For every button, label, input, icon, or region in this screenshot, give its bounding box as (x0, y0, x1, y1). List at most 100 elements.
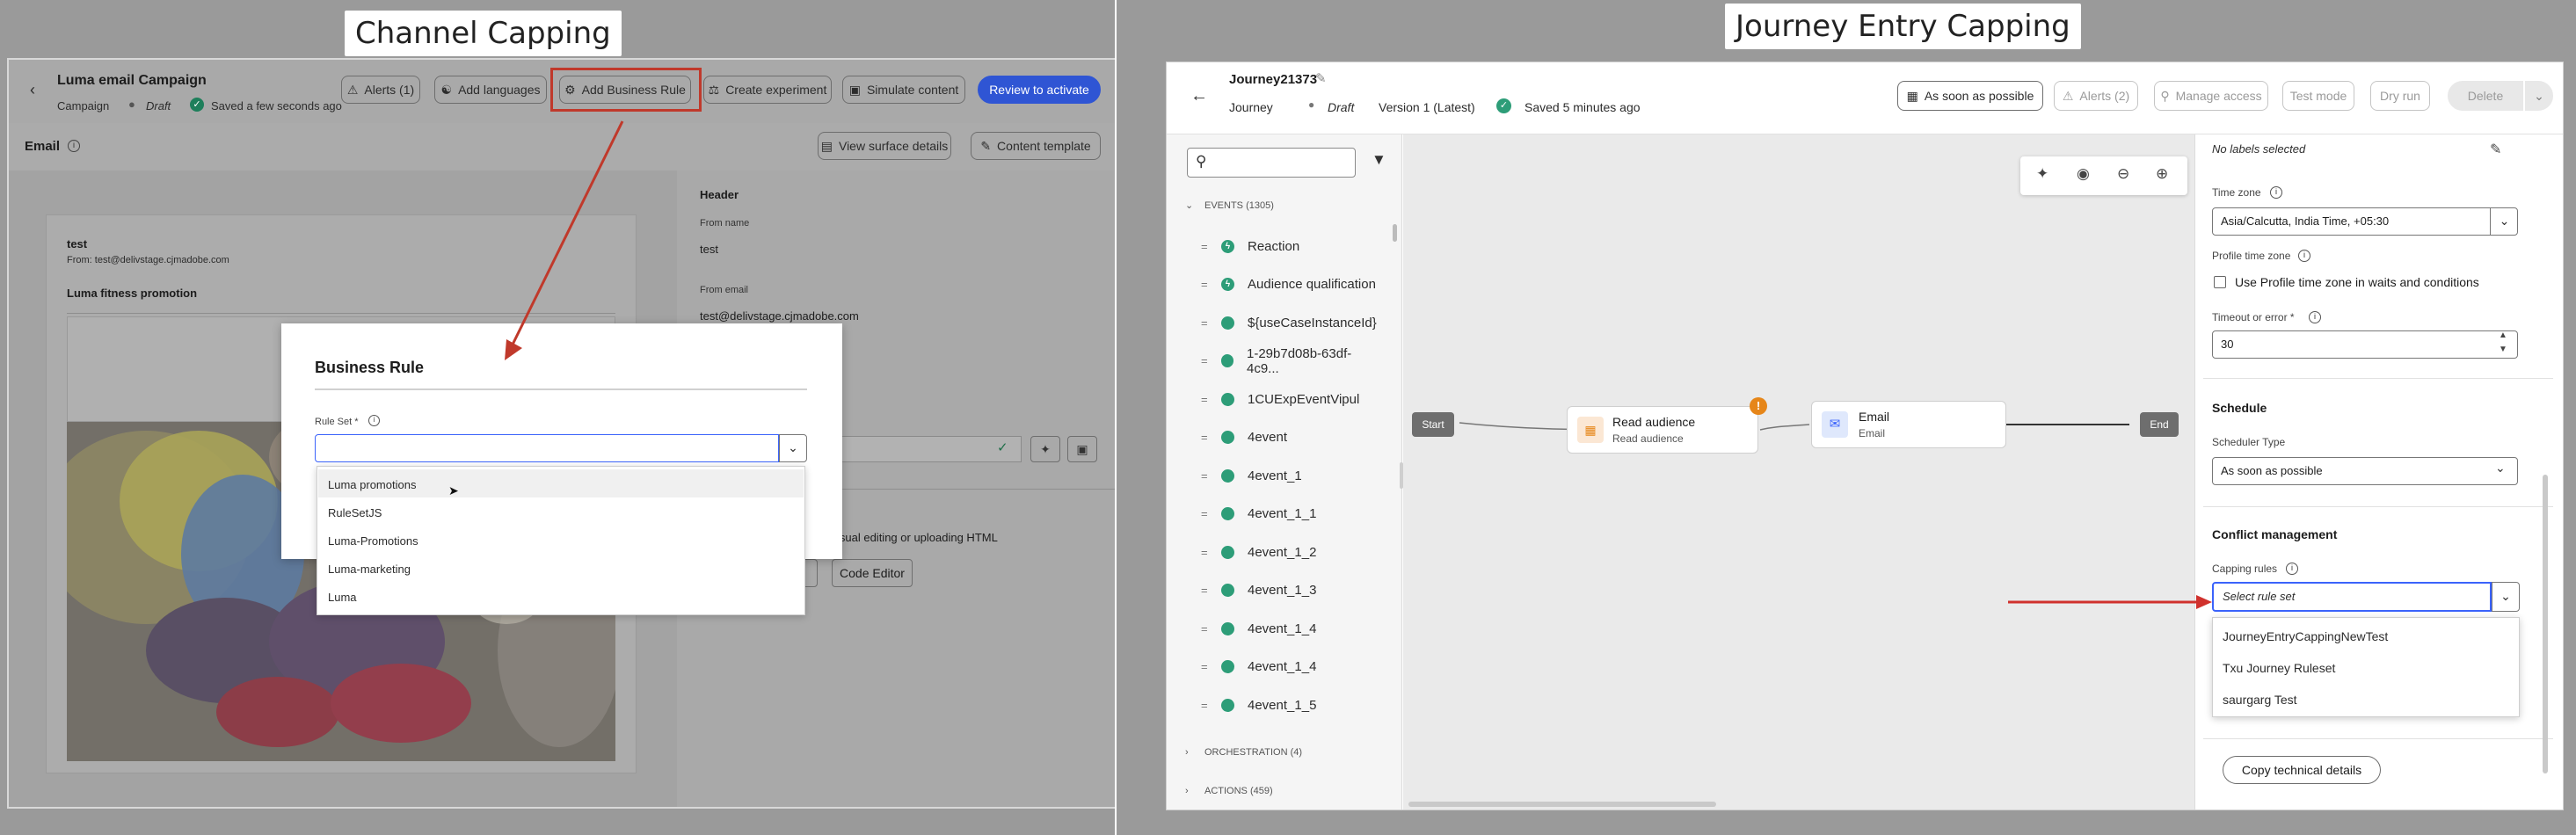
start-node-label: Start (1422, 418, 1444, 431)
palette-scrollbar[interactable] (1393, 224, 1397, 242)
drag-handle-icon[interactable]: = (1201, 240, 1212, 253)
drag-handle-icon[interactable]: = (1201, 469, 1212, 483)
template-icon: ✎ (980, 138, 992, 153)
rule-set-option[interactable]: Luma (328, 591, 357, 604)
profile-tz-checkbox[interactable] (2214, 276, 2226, 288)
capping-rule-option[interactable]: JourneyEntryCappingNewTest (2223, 629, 2388, 643)
add-languages-button[interactable]: ☯ Add languages (434, 76, 547, 104)
drag-handle-icon[interactable]: = (1201, 354, 1212, 367)
events-collapse-icon[interactable]: ⌄ (1185, 200, 1193, 211)
back-arrow-icon[interactable]: ‹ (30, 81, 35, 99)
alerts-button[interactable]: ⚠ Alerts (2) (2054, 81, 2138, 111)
event-item[interactable]: = 4event_1_4 (1189, 648, 1379, 686)
subject-field[interactable] (826, 436, 1022, 462)
capping-rule-option[interactable]: saurgarg Test (2223, 693, 2297, 707)
simulate-content-button[interactable]: ▣ Simulate content (842, 76, 965, 104)
rule-set-option[interactable]: Luma promotions (328, 478, 416, 491)
chevron-down-icon: ⌄ (2495, 461, 2506, 475)
labels-value: No labels selected (2212, 142, 2306, 156)
alerts-button[interactable]: ⚠ Alerts (1) (341, 76, 420, 104)
mouse-cursor-icon: ➤ (448, 483, 459, 497)
event-item[interactable]: = 1-29b7d08b-63df-4c9... (1189, 342, 1379, 381)
properties-scrollbar[interactable] (2543, 475, 2548, 773)
event-item[interactable]: = 4event_1 (1189, 456, 1379, 495)
dry-run-button[interactable]: Dry run (2370, 81, 2430, 111)
canvas-horizontal-scrollbar[interactable] (1408, 802, 1716, 807)
email-node-title: Email (1859, 410, 1890, 424)
preview-from: From: test@delivstage.cjmadobe.com (67, 255, 229, 265)
time-zone-dropdown-toggle[interactable]: ⌄ (2490, 207, 2518, 236)
orchestration-expand-icon[interactable]: › (1185, 747, 1189, 758)
assets-button[interactable]: ▣ (1067, 436, 1097, 462)
view-surface-details-button[interactable]: ▤ View surface details (818, 132, 951, 160)
drag-handle-icon[interactable]: = (1201, 660, 1212, 673)
orchestration-section-header[interactable]: ORCHESTRATION (4) (1204, 747, 1302, 758)
event-item[interactable]: = 4event (1189, 418, 1379, 457)
rule-set-label-text: Rule Set (315, 417, 353, 427)
edit-labels-icon[interactable]: ✎ (2490, 141, 2501, 158)
rule-set-dropdown-toggle[interactable]: ⌄ (779, 434, 807, 462)
rule-set-option[interactable]: Luma-marketing (328, 563, 411, 576)
event-item[interactable]: = 4event_1_2 (1189, 533, 1379, 571)
dialog-title: Business Rule (315, 359, 425, 376)
rule-set-option[interactable]: Luma-Promotions (328, 534, 418, 548)
drag-handle-icon[interactable]: = (1201, 278, 1212, 291)
rule-set-option[interactable]: RuleSetJS (328, 506, 382, 519)
actions-expand-icon[interactable]: › (1185, 786, 1189, 796)
test-mode-button[interactable]: Test mode (2282, 81, 2354, 111)
journey-status: Draft (1328, 100, 1355, 114)
drag-handle-icon[interactable]: = (1201, 622, 1212, 635)
manage-access-button[interactable]: ⚲ Manage access (2154, 81, 2268, 111)
copy-technical-details-button[interactable]: Copy technical details (2223, 756, 2381, 784)
info-icon: i (68, 140, 80, 152)
campaign-saved-status: Saved a few seconds ago (211, 99, 342, 113)
event-item[interactable]: = 4event_1_1 (1189, 495, 1379, 534)
event-item[interactable]: = 4event_1_4 (1189, 609, 1379, 648)
globe-icon (1221, 431, 1234, 444)
stepper-down-icon[interactable]: ▼ (2499, 345, 2507, 354)
highlight-box (550, 68, 702, 112)
rule-set-input[interactable] (315, 434, 779, 462)
event-item[interactable]: = ${useCaseInstanceId} (1189, 303, 1379, 342)
review-to-activate-button[interactable]: Review to activate (978, 76, 1101, 104)
edit-pencil-icon[interactable]: ✎ (1315, 70, 1327, 86)
personalize-button[interactable]: ✦ (1030, 436, 1060, 462)
schedule-button[interactable]: ▦ As soon as possible (1897, 81, 2043, 111)
stepper-up-icon[interactable]: ▲ (2499, 330, 2507, 340)
event-label: 4event_1 (1248, 468, 1302, 483)
capping-rules-dropdown-toggle[interactable]: ⌄ (2492, 582, 2520, 612)
dialog-divider (315, 388, 807, 390)
actions-section-header[interactable]: ACTIONS (459) (1204, 786, 1273, 796)
code-editor-button[interactable]: Code Editor (832, 559, 913, 587)
lightning-icon: ϟ (1221, 239, 1234, 253)
timeout-input[interactable] (2212, 330, 2518, 359)
event-item[interactable]: = ϟ Reaction (1189, 227, 1379, 265)
capping-rule-option[interactable]: Txu Journey Ruleset (2223, 661, 2335, 675)
event-item[interactable]: = 4event_1_5 (1189, 686, 1379, 724)
drag-handle-icon[interactable]: = (1201, 507, 1212, 520)
drag-handle-icon[interactable]: = (1201, 584, 1212, 597)
drag-handle-icon[interactable]: = (1201, 431, 1212, 444)
create-experiment-button[interactable]: ⚖ Create experiment (703, 76, 832, 104)
warning-icon[interactable]: ! (1750, 397, 1767, 415)
palette-search-input[interactable] (1187, 148, 1356, 178)
back-arrow-icon[interactable]: ← (1190, 86, 1208, 106)
drag-handle-icon[interactable]: = (1201, 546, 1212, 559)
filter-icon[interactable]: ▼ (1372, 151, 1386, 169)
journey-connectors (1459, 422, 2129, 431)
drag-handle-icon[interactable]: = (1201, 699, 1212, 712)
delete-button[interactable]: Delete (2448, 81, 2523, 111)
drag-handle-icon[interactable]: = (1201, 393, 1212, 406)
event-item[interactable]: = 4event_1_3 (1189, 571, 1379, 610)
start-node[interactable]: Start (1412, 412, 1454, 437)
events-section-header[interactable]: EVENTS (1305) (1204, 200, 1274, 211)
time-zone-label: Time zone (2212, 186, 2261, 199)
saved-check-icon: ✓ (190, 98, 204, 112)
event-item[interactable]: = ϟ Audience qualification (1189, 265, 1379, 304)
globe-icon (1221, 507, 1234, 520)
content-template-button[interactable]: ✎ Content template (971, 132, 1101, 160)
drag-handle-icon[interactable]: = (1201, 316, 1212, 330)
event-item[interactable]: = 1CUExpEventVipul (1189, 380, 1379, 418)
alert-icon: ⚠ (346, 82, 359, 97)
end-node[interactable]: End (2140, 412, 2179, 437)
